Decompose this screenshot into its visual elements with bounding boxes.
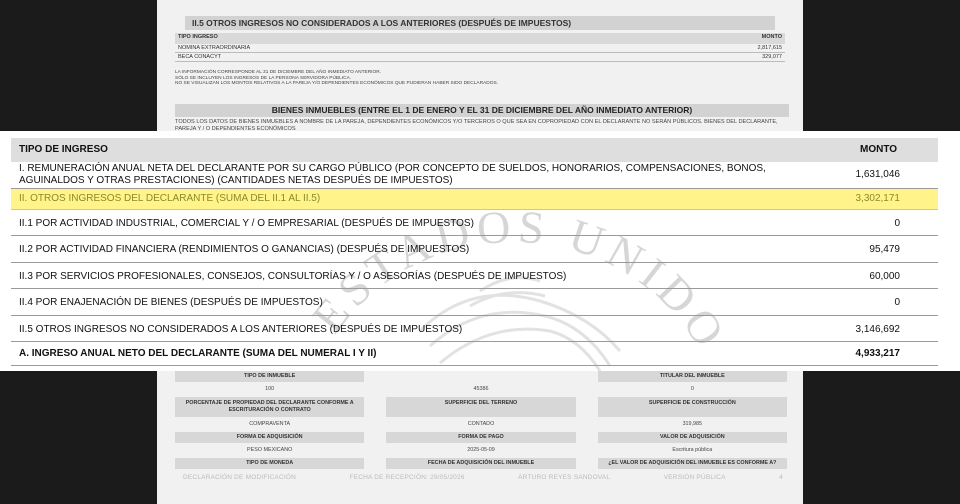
table-row: NOMINA EXTRAORDINARIA 2,817,615 — [175, 44, 785, 53]
bg-grid-value: 0 — [690, 386, 694, 392]
row-label: II.5 OTROS INGRESOS NO CONSIDERADOS A LO… — [19, 324, 463, 335]
bg-header-type: TIPO INGRESO — [178, 34, 218, 40]
row-label: A. INGRESO ANUAL NETO DEL DECLARANTE (SU… — [19, 348, 377, 359]
bg-grid-value: Escritura pública — [672, 447, 713, 453]
row-amount: 60,000 — [869, 271, 900, 282]
bg-note: NO SE VISUALIZAN LOS MONTOS RELATIVOS A … — [175, 81, 498, 87]
bg-grid-value: 100 — [265, 386, 275, 392]
table-row: II.4 POR ENAJENACIÓN DE BIENES (DESPUÉS … — [11, 289, 938, 316]
bg-page-footer: DECLARACIÓN DE MODIFICACIÓN FECHA DE REC… — [183, 474, 783, 481]
bg-grid-label: TITULAR DEL INMUEBLE — [597, 371, 787, 382]
row-label: II. OTROS INGRESOS DEL DECLARANTE (SUMA … — [19, 193, 321, 204]
row-amount: 0 — [894, 297, 900, 308]
bg-notes: LA INFORMACIÓN CORRESPONDE AL 31 DE DICI… — [175, 70, 785, 87]
row-amount: 4,933,217 — [855, 348, 901, 359]
bg-grid-label: PORCENTAJE DE PROPIEDAD DEL DECLARANTE C… — [175, 397, 365, 417]
bg-grid-label: FORMA DE ADQUISICIÓN — [175, 432, 365, 443]
bg-grid-label: TIPO DE INMUEBLE — [175, 371, 365, 382]
bg-grid-value: 45386 — [473, 386, 489, 392]
row-label: II.1 POR ACTIVIDAD INDUSTRIAL, COMERCIAL… — [19, 218, 474, 229]
bg-property-grid: TIPO DE INMUEBLE TITULAR DEL INMUEBLE 10… — [175, 371, 787, 471]
bg-grid-value: CONTADO — [467, 421, 495, 427]
row-label: II.4 POR ENAJENACIÓN DE BIENES (DESPUÉS … — [19, 297, 323, 308]
bg-grid-label: TIPO DE MONEDA — [175, 458, 365, 469]
income-table-header: TIPO DE INGRESO MONTO — [11, 138, 938, 162]
bg-grid-label: SUPERFICIE DE CONSTRUCCIÓN — [597, 397, 787, 417]
bg-footer-declaration: DECLARACIÓN DE MODIFICACIÓN — [183, 474, 297, 481]
bg-row-label: BECA CONACYT — [178, 54, 222, 60]
bg-row-value: 2,817,615 — [757, 45, 782, 51]
bg-row-value: 329,077 — [762, 54, 782, 60]
row-label: II.3 POR SERVICIOS PROFESIONALES, CONSEJ… — [19, 271, 567, 282]
row-amount: 3,302,171 — [855, 193, 901, 204]
table-row: II.2 POR ACTIVIDAD FINANCIERA (RENDIMIEN… — [11, 236, 938, 263]
header-amount: MONTO — [860, 144, 898, 155]
bg-grid-value: PESO MEXICANO — [247, 447, 293, 453]
row-amount: 0 — [894, 218, 900, 229]
bg-grid-label: SUPERFICIE DEL TERRENO — [386, 397, 576, 417]
bg-section-title: II.5 OTROS INGRESOS NO CONSIDERADOS A LO… — [185, 16, 775, 30]
bg-footer-name: ARTURO REYES SANDOVAL — [518, 474, 611, 481]
bg-grid-label: VALOR DE ADQUISICIÓN — [597, 432, 787, 443]
bg-grid-label: ¿EL VALOR DE ADQUISICIÓN DEL INMUEBLE ES… — [597, 458, 787, 469]
table-row: I. REMUNERACIÓN ANUAL NETA DEL DECLARANT… — [11, 162, 938, 189]
bg-table-header: TIPO INGRESO MONTO — [175, 33, 785, 44]
income-summary-overlay: ESTADOS UNIDOS MEXICANOS TIPO DE INGRESO… — [0, 131, 960, 371]
table-row: II.3 POR SERVICIOS PROFESIONALES, CONSEJ… — [11, 263, 938, 289]
bg-real-estate-title: BIENES INMUEBLES (ENTRE EL 1 DE ENERO Y … — [175, 104, 789, 117]
bg-row-label: NOMINA EXTRAORDINARIA — [178, 45, 251, 51]
table-row: II.1 POR ACTIVIDAD INDUSTRIAL, COMERCIAL… — [11, 210, 938, 236]
bg-grid-label: FORMA DE PAGO — [386, 432, 576, 443]
bg-grid-label: FECHA DE ADQUISICIÓN DEL INMUEBLE — [386, 458, 576, 469]
row-label: II.2 POR ACTIVIDAD FINANCIERA (RENDIMIEN… — [19, 244, 470, 255]
bg-footer-version: VERSIÓN PÚBLICA — [663, 474, 726, 481]
row-amount: 3,146,692 — [855, 324, 901, 335]
header-income-type: TIPO DE INGRESO — [19, 144, 108, 155]
bg-income-table: TIPO INGRESO MONTO NOMINA EXTRAORDINARIA… — [175, 33, 785, 62]
table-row-highlighted: II. OTROS INGRESOS DEL DECLARANTE (SUMA … — [11, 189, 938, 210]
bg-grid-value: 319,985 — [682, 421, 703, 427]
row-amount: 1,631,046 — [855, 169, 901, 180]
row-amount: 95,479 — [869, 244, 900, 255]
bg-grid-label — [386, 371, 575, 382]
bg-header-amount: MONTO — [761, 34, 782, 40]
bg-footer-date: FECHA DE RECEPCIÓN: 29/05/2026 — [349, 474, 465, 481]
bg-grid-value: 2025-05-09 — [467, 447, 495, 453]
table-row-total: A. INGRESO ANUAL NETO DEL DECLARANTE (SU… — [11, 342, 938, 366]
bg-footer-page-number: 4 — [779, 474, 783, 481]
row-label: I. REMUNERACIÓN ANUAL NETA DEL DECLARANT… — [19, 163, 766, 186]
bg-grid-value: COMPRAVENTA — [249, 421, 291, 427]
table-row: BECA CONACYT 329,077 — [175, 53, 785, 62]
table-row: II.5 OTROS INGRESOS NO CONSIDERADOS A LO… — [11, 316, 938, 342]
